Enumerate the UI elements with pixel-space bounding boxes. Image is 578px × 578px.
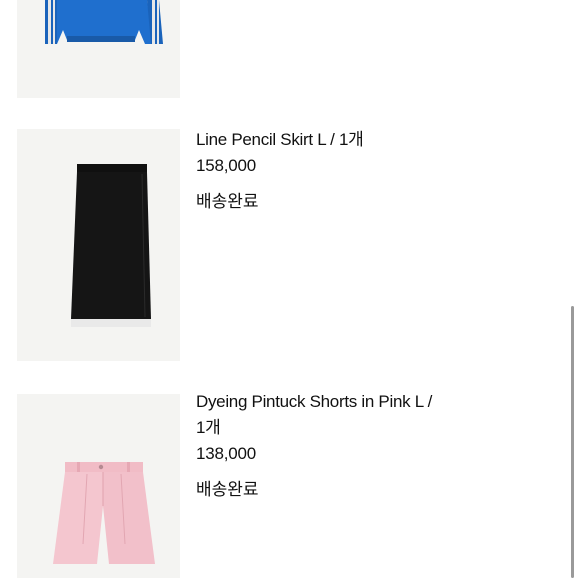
skirt-image <box>71 164 151 327</box>
delivery-status: 배송완료 <box>196 192 259 211</box>
product-thumbnail-skirt[interactable] <box>17 129 180 361</box>
product-thumbnail-sweater[interactable] <box>17 0 180 98</box>
shorts-image <box>53 462 155 564</box>
delivery-status: 배송완료 <box>196 480 259 499</box>
product-price: 138,000 <box>196 444 257 463</box>
product-thumbnail-shorts[interactable] <box>17 394 180 578</box>
product-name-line2[interactable]: 1개 <box>196 415 496 441</box>
product-name[interactable]: Line Pencil Skirt L / 1개 <box>196 127 496 153</box>
product-name-line1[interactable]: Dyeing Pintuck Shorts in Pink L / <box>196 389 496 415</box>
order-item-shorts[interactable]: Dyeing Pintuck Shorts in Pink L / 1개 138… <box>196 389 496 503</box>
scrollbar[interactable] <box>571 306 574 578</box>
product-price: 158,000 <box>196 156 257 175</box>
order-item-skirt[interactable]: Line Pencil Skirt L / 1개 158,000 배송완료 <box>196 127 496 215</box>
sweater-image <box>45 0 163 44</box>
